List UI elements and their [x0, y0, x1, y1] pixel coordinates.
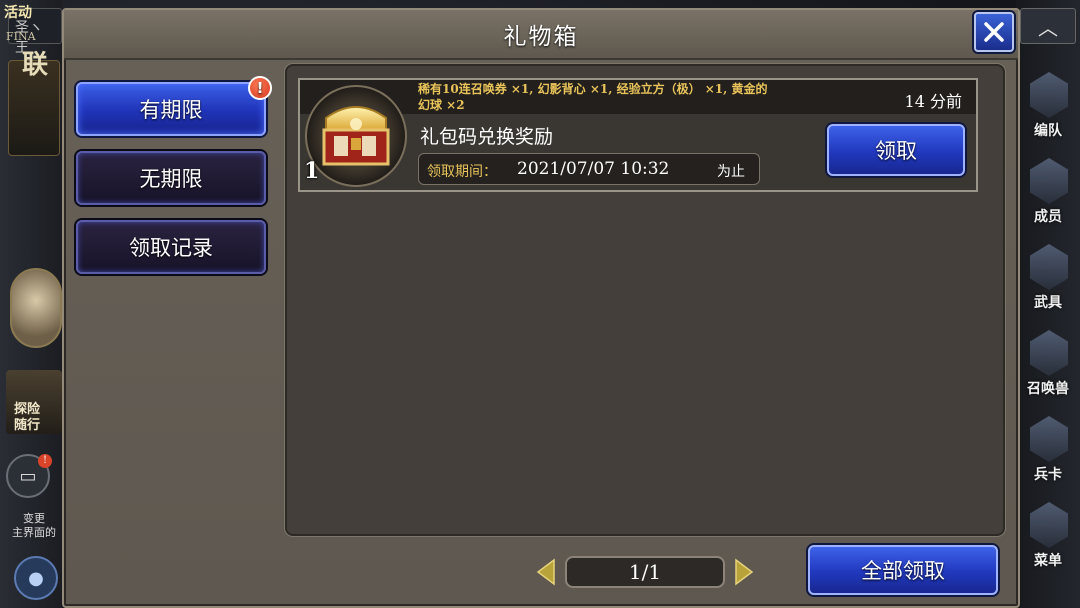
- modal-title: 礼物箱: [503, 24, 579, 50]
- members-icon: [1030, 158, 1068, 204]
- claim-period-label: 领取期间：: [427, 164, 497, 180]
- gift-quantity: 1: [304, 158, 320, 184]
- claim-button-label: 领取: [875, 139, 917, 163]
- right-menu-item-menu[interactable]: 菜单: [1020, 496, 1076, 582]
- event-label: 活动: [4, 5, 32, 21]
- right-menu-label: 兵卡: [1034, 467, 1062, 483]
- tab-history[interactable]: 领取记录: [76, 220, 266, 274]
- close-icon: [984, 22, 1004, 42]
- prev-page-arrow-icon[interactable]: [536, 558, 556, 586]
- change-home-label: 变更 主界面的: [12, 512, 56, 539]
- next-page-arrow-icon[interactable]: [734, 558, 754, 586]
- right-menu-label: 成员: [1034, 209, 1062, 225]
- close-button[interactable]: [974, 12, 1014, 52]
- claim-period-box: 领取期间： 2021/07/07 10:32 为止: [418, 153, 760, 185]
- right-side-menu: 编队 成员 武具 召唤兽 兵卡 菜单: [1020, 66, 1076, 582]
- cards-icon: [1030, 416, 1068, 462]
- gift-contents: 稀有10连召唤券 ×1, 幻影背心 ×1, 经验立方（极） ×1, 黄金的幻球 …: [418, 82, 768, 112]
- event-big-text: 联: [22, 50, 49, 80]
- collapse-menu-button[interactable]: ︿: [1020, 8, 1076, 44]
- tab-label: 无期限: [139, 167, 203, 191]
- claim-button[interactable]: 领取: [827, 124, 965, 176]
- claim-period-date: 2021/07/07 10:32: [517, 159, 670, 179]
- modal-title-bar: 礼物箱: [64, 10, 1018, 60]
- chevron-up-icon: ︿: [1038, 15, 1058, 40]
- right-menu-item-cards[interactable]: 兵卡: [1020, 410, 1076, 496]
- right-menu-label: 菜单: [1034, 553, 1062, 569]
- page-indicator: 1/1: [565, 556, 725, 588]
- tab-label: 有期限: [139, 98, 203, 122]
- moogle-avatar[interactable]: [10, 268, 62, 348]
- right-menu-label: 编队: [1034, 123, 1062, 139]
- treasure-chest-icon: [305, 85, 407, 187]
- chat-badge: !: [38, 454, 52, 468]
- tab-label: 领取记录: [129, 236, 213, 260]
- page-indicator-label: 1/1: [628, 560, 662, 584]
- person-icon[interactable]: ●: [14, 556, 58, 600]
- party-icon: [1030, 72, 1068, 118]
- explore-label: 探险 随行: [14, 402, 41, 433]
- summon-icon: [1030, 330, 1068, 376]
- tab-limited[interactable]: 有期限 !: [76, 76, 272, 136]
- weapons-icon: [1030, 244, 1068, 290]
- claim-period-suffix: 为止: [717, 164, 745, 180]
- right-menu-item-weapons[interactable]: 武具: [1020, 238, 1076, 324]
- right-menu-item-summons[interactable]: 召唤兽: [1020, 324, 1076, 410]
- right-menu-label: 武具: [1034, 295, 1062, 311]
- gift-time-ago: 14 分前: [904, 92, 962, 111]
- event-tag: FINA: [6, 30, 36, 43]
- menu-icon: [1030, 502, 1068, 548]
- chat-icon: ▭: [19, 465, 37, 487]
- gift-name: 礼包码兑换奖励: [420, 126, 554, 148]
- claim-all-button[interactable]: 全部领取: [808, 545, 998, 595]
- right-menu-item-party[interactable]: 编队: [1020, 66, 1076, 152]
- alert-badge: !: [248, 76, 272, 100]
- right-menu-item-members[interactable]: 成员: [1020, 152, 1076, 238]
- tab-unlimited[interactable]: 无期限: [76, 151, 266, 205]
- claim-all-button-label: 全部领取: [861, 559, 945, 583]
- right-menu-label: 召唤兽: [1027, 381, 1069, 397]
